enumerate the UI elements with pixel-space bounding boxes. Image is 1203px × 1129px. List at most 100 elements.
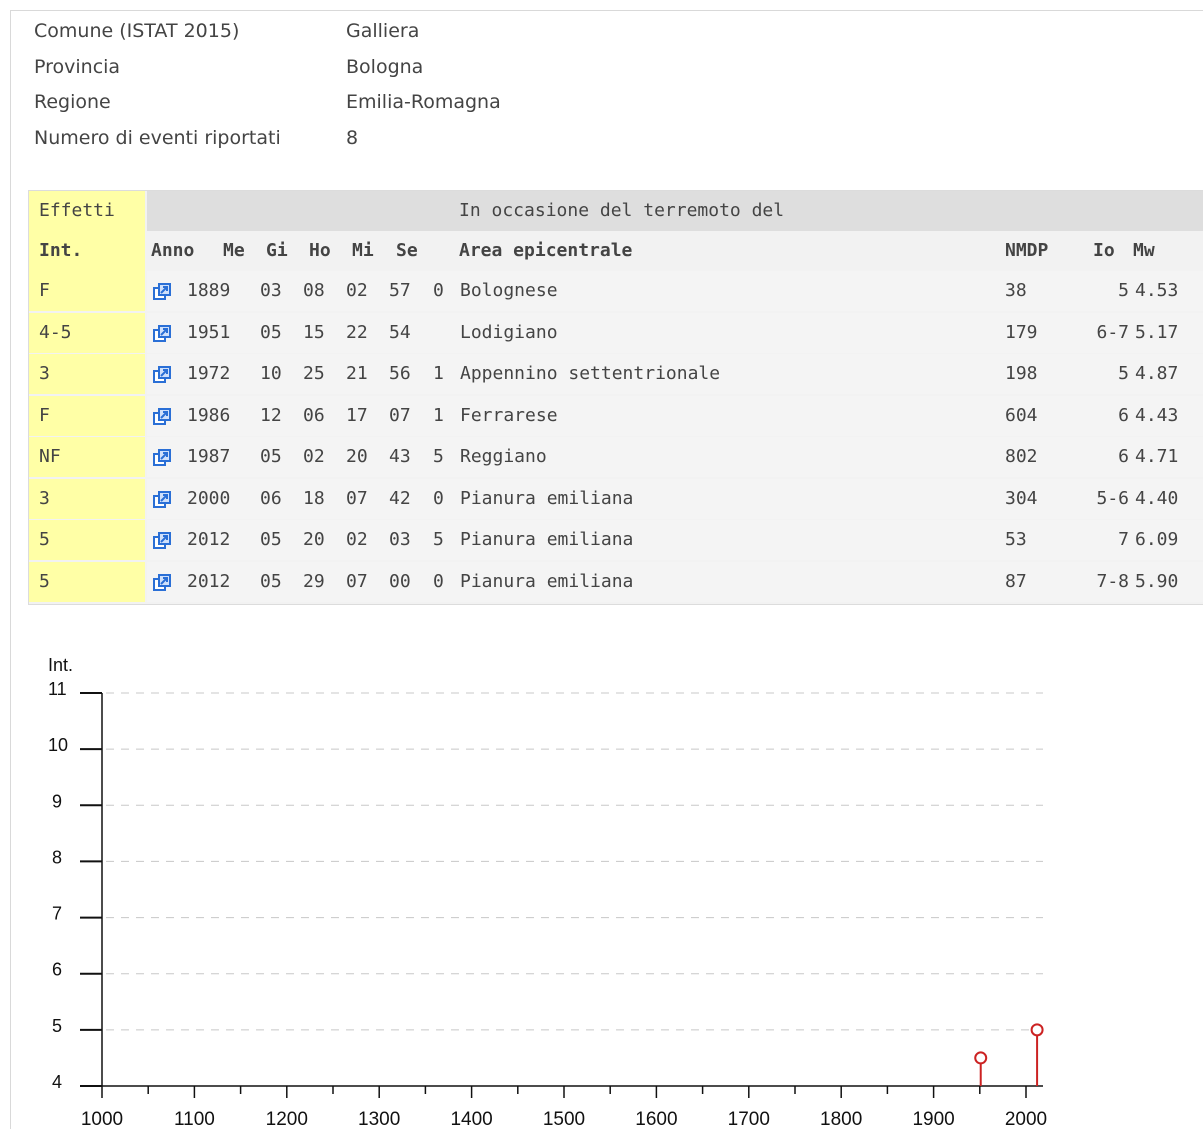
cell-int: NF [29, 437, 145, 477]
table-row: 3 2000 06 18 07 42 0 Pianura emiliana 304 5-6 4.40 [29, 478, 1203, 519]
cell-anno: 1972 [187, 363, 231, 384]
cell-se: 0 [433, 487, 444, 509]
effetti-header: Effetti [29, 191, 145, 231]
cell-me: 06 [260, 487, 282, 509]
cell-mw: 4.43 [1135, 404, 1179, 426]
cell-io: 6 [1118, 404, 1129, 426]
cell-mw: 4.87 [1135, 363, 1179, 384]
table-row: 5 2012 05 20 02 03 5 Pianura emiliana 53 7 6.09 [29, 520, 1203, 560]
earthquake-table: Effetti In occasione del terremoto del I… [28, 190, 1203, 605]
cell-io: 5-6 [1096, 487, 1129, 509]
cell-int: 3 [29, 478, 145, 519]
info-value: Galliera [346, 20, 420, 42]
event-link-icon[interactable] [153, 283, 171, 301]
cell-ho: 02 [346, 529, 368, 550]
data-point [974, 1051, 988, 1065]
event-link-icon[interactable] [153, 449, 171, 467]
event-link-icon[interactable] [153, 573, 171, 592]
cell-mi: 03 [389, 529, 411, 550]
y-axis-label: Int. [48, 655, 73, 675]
cell-area: Appennino settentrionale [460, 363, 721, 384]
col-me: Me [223, 240, 245, 261]
info-label: Regione [34, 91, 111, 113]
cell-gi: 02 [303, 446, 325, 467]
cell-se: 1 [433, 404, 444, 426]
cell-gi: 18 [303, 487, 325, 509]
cell-anno: 2000 [187, 487, 231, 509]
cell-me: 12 [260, 404, 282, 426]
cell-me: 10 [260, 363, 282, 384]
x-tick-label: 1300 [358, 1109, 400, 1129]
y-tick-label: 5 [52, 1016, 62, 1036]
y-tick-label: 8 [52, 847, 62, 867]
cell-me: 05 [260, 446, 282, 467]
cell-gi: 08 [303, 280, 325, 301]
cell-ho: 20 [346, 446, 368, 467]
cell-mi: 00 [389, 570, 411, 592]
cell-nmdp: 802 [1005, 446, 1038, 467]
col-se: Se [396, 240, 418, 261]
y-tick-label: 6 [52, 960, 62, 980]
table-row: F 1986 12 06 17 07 1 Ferrarese 604 6 4.43 [29, 395, 1203, 436]
cell-mw: 4.40 [1135, 487, 1179, 509]
cell-me: 05 [260, 570, 282, 592]
table-row: F 1889 03 08 02 57 0 Bolognese 38 5 4.53 [29, 271, 1203, 311]
cell-mi: 43 [389, 446, 411, 467]
col-ho: Ho [309, 240, 331, 261]
cell-mi: 57 [389, 280, 411, 301]
cell-me: 05 [260, 529, 282, 550]
cell-ho: 22 [346, 321, 368, 343]
cell-se: 1 [433, 363, 444, 384]
cell-se: 0 [433, 280, 444, 301]
cell-ho: 07 [346, 570, 368, 592]
cell-anno: 1889 [187, 280, 231, 301]
data-point [1030, 1023, 1044, 1037]
col-io: Io [1093, 240, 1115, 261]
y-tick-label: 4 [52, 1072, 62, 1092]
x-tick-label: 2000 [1005, 1109, 1047, 1129]
cell-ho: 07 [346, 487, 368, 509]
cell-gi: 20 [303, 529, 325, 550]
info-label: Provincia [34, 55, 121, 78]
cell-io: 7 [1118, 529, 1129, 550]
x-tick-label: 1600 [635, 1109, 677, 1129]
cell-io: 6 [1118, 446, 1129, 467]
cell-ho: 21 [346, 363, 368, 384]
cell-nmdp: 53 [1005, 529, 1027, 550]
cell-nmdp: 304 [1005, 487, 1038, 509]
cell-mw: 6.09 [1135, 529, 1179, 550]
cell-mw: 4.71 [1135, 446, 1179, 467]
cell-anno: 1951 [187, 321, 231, 343]
cell-ho: 02 [346, 280, 368, 301]
event-link-icon[interactable] [153, 532, 171, 550]
x-tick-label: 1200 [266, 1109, 308, 1129]
col-anno: Anno [151, 240, 195, 261]
info-label: Numero di eventi riportati [34, 126, 281, 149]
cell-area: Ferrarese [460, 404, 558, 426]
cell-area: Reggiano [460, 446, 547, 467]
x-tick-label: 1400 [450, 1109, 492, 1129]
cell-int: F [29, 271, 145, 311]
x-tick-label: 1000 [81, 1109, 123, 1129]
table-row: 5 2012 05 29 07 00 0 Pianura emiliana 87 7-8 5.90 [29, 561, 1203, 602]
y-tick-label: 10 [48, 735, 68, 755]
frame-top-border [10, 10, 1203, 11]
col-gi: Gi [266, 240, 288, 261]
y-tick-label: 11 [48, 679, 67, 699]
cell-anno: 1986 [187, 404, 231, 426]
col-mi: Mi [352, 240, 374, 261]
cell-int: F [29, 395, 145, 436]
event-link-icon[interactable] [153, 407, 171, 426]
x-tick-label: 1900 [912, 1109, 954, 1129]
cell-anno: 2012 [187, 570, 231, 592]
cell-io: 7-8 [1096, 570, 1129, 592]
info-value: 8 [346, 126, 359, 149]
cell-mw: 4.53 [1135, 280, 1179, 301]
event-link-icon[interactable] [153, 366, 171, 384]
info-label: Comune (ISTAT 2015) [34, 20, 240, 42]
event-link-icon[interactable] [153, 490, 171, 509]
event-link-icon[interactable] [153, 324, 171, 343]
table-column-header: Int. Anno Me Gi Ho Mi Se Area epicentral… [29, 231, 1203, 271]
cell-mi: 07 [389, 404, 411, 426]
cell-anno: 1987 [187, 446, 231, 467]
